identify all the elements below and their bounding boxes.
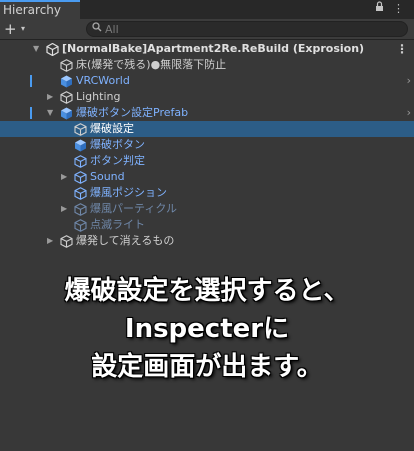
gameobject-icon: [74, 155, 87, 168]
search-icon: [92, 22, 102, 37]
expand-down-arrow-icon[interactable]: ▼: [47, 105, 53, 121]
expand-right-arrow-icon[interactable]: ▶: [61, 169, 67, 185]
unity-scene-icon: [46, 42, 59, 57]
tree-row[interactable]: 爆破設定: [0, 121, 414, 137]
gameobject-icon: [60, 59, 73, 72]
chevron-right-icon[interactable]: ›: [407, 73, 411, 89]
hierarchy-toolbar: + ▾: [0, 19, 414, 40]
tree-row[interactable]: 爆風ポジション: [0, 185, 414, 201]
scene-menu-icon[interactable]: ⋮: [396, 41, 408, 57]
tree-row-label: [NormalBake]Apartment2Re.ReBuild (Expros…: [62, 42, 365, 55]
tree-row[interactable]: ▶ Sound: [0, 169, 414, 185]
expand-right-arrow-icon[interactable]: ▶: [61, 201, 67, 217]
tab-bar: Hierarchy ⋮: [0, 0, 414, 19]
tree-row[interactable]: ボタン判定: [0, 153, 414, 169]
search-field[interactable]: [86, 21, 408, 37]
tree-row-label: 爆破ボタン: [90, 138, 145, 151]
tree-row[interactable]: ▶ 爆風パーティクル: [0, 201, 414, 217]
gameobject-icon: [60, 235, 73, 248]
caption-line-1: 爆破設定を選択すると、: [64, 276, 350, 306]
tree-row-label: Lighting: [76, 90, 121, 103]
gameobject-icon: [74, 187, 87, 200]
tree-row-label: VRCWorld: [76, 74, 130, 87]
caption-line-2: Inspecterに: [124, 314, 290, 344]
tree-row[interactable]: VRCWorld ›: [0, 73, 414, 89]
gameobject-icon: [74, 123, 87, 136]
prefab-icon: [60, 75, 73, 88]
gameobject-icon: [74, 171, 87, 184]
tab-hierarchy-label: Hierarchy: [3, 3, 62, 17]
tree-row-label: Sound: [90, 170, 125, 183]
prefab-icon: [60, 107, 73, 120]
lock-icon[interactable]: [375, 1, 394, 15]
tree-row-label: 爆風ポジション: [90, 186, 167, 199]
tree-row-label: 爆発して消えるもの: [76, 234, 175, 247]
tree-row[interactable]: ▶ Lighting: [0, 89, 414, 105]
gameobject-icon: [60, 91, 73, 104]
prefab-override-marker: [30, 107, 32, 119]
prefab-icon: [74, 139, 87, 152]
tree-row-label: 点滅ライト: [90, 218, 145, 231]
tree-row[interactable]: 爆破ボタン: [0, 137, 414, 153]
expand-right-arrow-icon[interactable]: ▶: [47, 89, 53, 105]
gameobject-icon: [74, 219, 87, 232]
tree-row-label: 爆風パーティクル: [90, 202, 178, 215]
tree-row[interactable]: ▶ 爆発して消えるもの: [0, 233, 414, 249]
tree-row[interactable]: 点滅ライト: [0, 217, 414, 233]
tree-row-label: 床(爆発で残る)●無限落下防止: [76, 58, 227, 71]
tab-controls: ⋮: [375, 1, 411, 15]
tree-row[interactable]: 床(爆発で残る)●無限落下防止: [0, 57, 414, 73]
caption-line-3: 設定画面が出ます。: [91, 352, 323, 382]
kebab-menu-icon[interactable]: ⋮: [393, 2, 410, 15]
expand-right-arrow-icon[interactable]: ▶: [47, 233, 53, 249]
expand-down-arrow-icon[interactable]: ▼: [33, 41, 39, 57]
tab-hierarchy[interactable]: Hierarchy: [0, 0, 80, 19]
tree-row-label: 爆破ボタン設定Prefab: [76, 106, 189, 119]
tree-row[interactable]: ▼ [NormalBake]Apartment2Re.ReBuild (Expro…: [0, 41, 414, 57]
gameobject-icon: [74, 203, 87, 216]
prefab-override-marker: [30, 75, 32, 87]
tree-row[interactable]: ▼ 爆破ボタン設定Prefab ›: [0, 105, 414, 121]
tree-row-label: ボタン判定: [90, 154, 145, 167]
chevron-right-icon[interactable]: ›: [407, 105, 411, 121]
chevron-down-icon[interactable]: ▾: [21, 22, 25, 36]
search-input[interactable]: [105, 22, 395, 36]
add-button[interactable]: +: [4, 20, 17, 38]
tree-row-label: 爆破設定: [90, 122, 134, 135]
